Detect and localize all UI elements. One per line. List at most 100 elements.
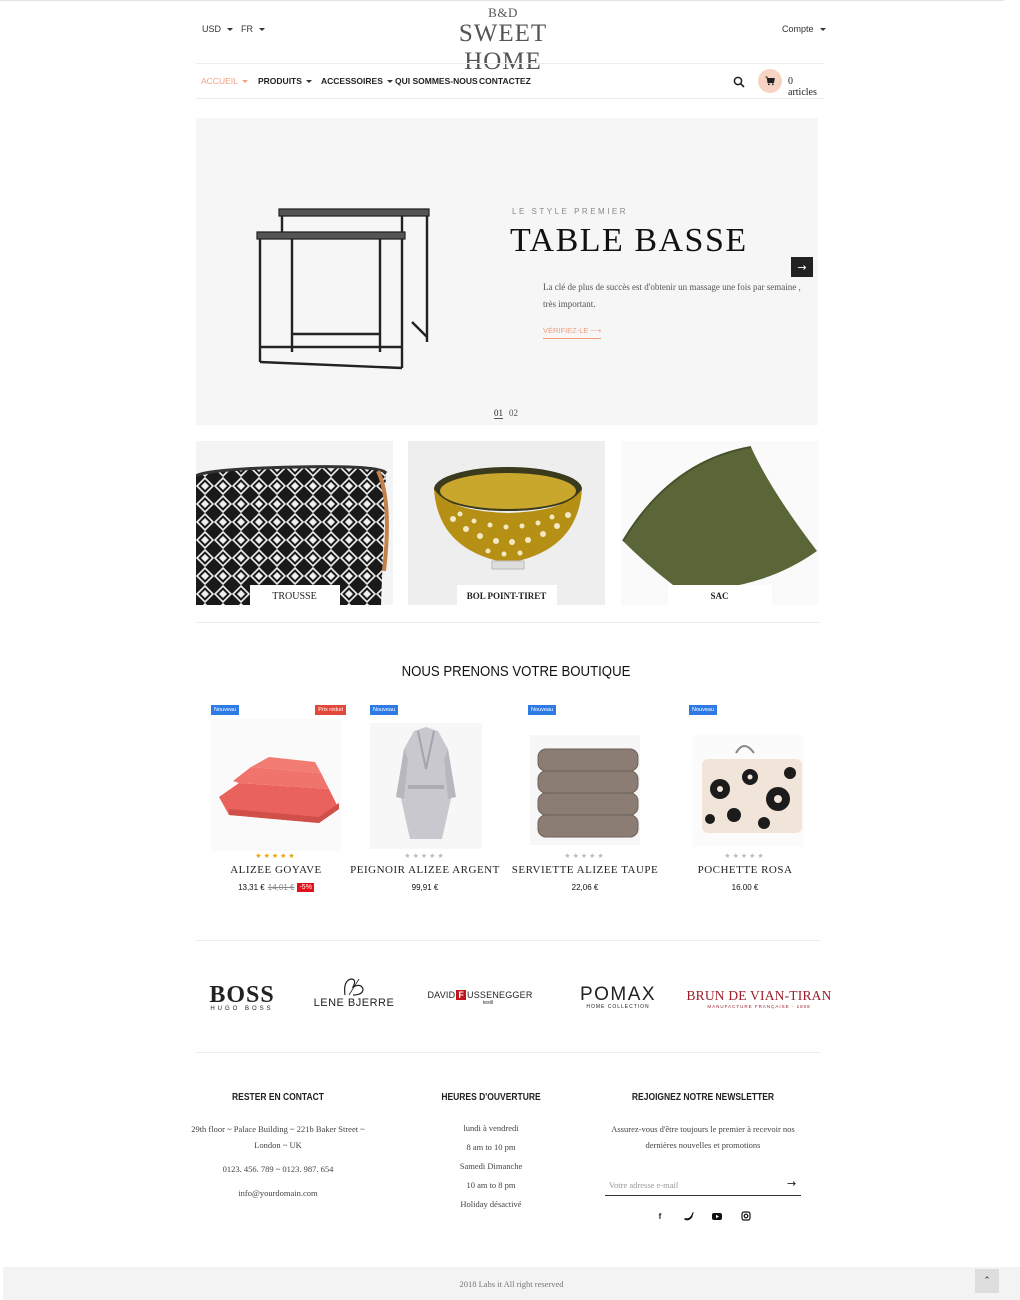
category-banner-sac[interactable]: SAC — [621, 441, 818, 605]
main-nav: ACCUEIL PRODUITS ACCESSOIRES QUI SOMMES-… — [196, 63, 824, 99]
price-current: 22,06 € — [571, 883, 599, 892]
footer-newsletter: REJOIGNEZ NOTRE NEWSLETTER Assurez-vous … — [602, 1092, 804, 1153]
price-current: 99,91 € — [411, 883, 439, 892]
product-image — [370, 723, 482, 849]
cart-count-label[interactable]: 0 articles — [788, 76, 824, 98]
page-dot-2[interactable]: 02 — [509, 408, 518, 419]
instagram-icon[interactable] — [740, 1210, 752, 1222]
page-dot-1[interactable]: 01 — [494, 408, 503, 419]
product-price: 13,31 € 14,01 € -5% — [201, 883, 351, 892]
footer-contact: RESTER EN CONTACT 29th floor ~ Palace Bu… — [186, 1092, 370, 1201]
cushion-image — [622, 446, 817, 591]
brand-name-part: USSENEGGER — [467, 990, 533, 1000]
language-label: FR — [241, 24, 253, 34]
product-name[interactable]: POCHETTE ROSA — [670, 864, 820, 876]
footer-address: 29th floor ~ Palace Building ~ 221b Bake… — [191, 1124, 365, 1150]
brand-sub: HUGO BOSS — [210, 1006, 274, 1012]
nav-item-accueil[interactable]: ACCUEIL — [201, 76, 248, 86]
rating-stars: ★★★★★ — [255, 852, 297, 860]
lene-bjerre-mark — [344, 978, 364, 996]
hours-line: 10 am to 8 pm — [466, 1180, 516, 1190]
product-name[interactable]: PEIGNOIR ALIZEE ARGENT — [350, 864, 500, 876]
search-icon[interactable] — [733, 76, 745, 88]
header: USD FR B&D SWEET HOME Compte — [196, 0, 826, 75]
product-name[interactable]: SERVIETTE ALIZEE TAUPE — [510, 864, 660, 876]
footer-contact-title: RESTER EN CONTACT — [232, 1092, 324, 1103]
brand-name: DAVID F USSENEGGER — [427, 990, 532, 1000]
category-label: BOL POINT-TIRET — [456, 585, 557, 605]
product-card[interactable]: Nouveau ★★★★★ POCHETTE ROSA 16.00 € — [670, 705, 820, 905]
chevron-down-icon — [305, 79, 312, 83]
scroll-to-top-icon[interactable]: ⌃ — [975, 1269, 999, 1293]
rating-stars: ★★★★★ — [564, 852, 606, 860]
chevron-down-icon — [386, 79, 393, 83]
chevron-down-icon — [819, 27, 826, 31]
product-image — [211, 719, 341, 851]
hero-pagination: 01 02 — [494, 408, 518, 419]
footer-hours: HEURES D'OUVERTURE lundi à vendredi 8 am… — [426, 1092, 556, 1214]
language-selector[interactable]: FR — [241, 24, 265, 34]
product-card[interactable]: Nouveau Prix réduit ★★★★★ ALIZEE GOYAVE … — [201, 705, 351, 905]
youtube-icon[interactable] — [711, 1210, 723, 1222]
cart-icon — [765, 76, 775, 86]
hero-link[interactable]: VÉRIFIEZ-LE ⟶ — [543, 326, 602, 339]
product-card[interactable]: Nouveau ★★★★★ PEIGNOIR ALIZEE ARGENT 99,… — [350, 705, 500, 905]
product-card[interactable]: Nouveau ★★★★★ SERVIETTE ALIZEE TAUPE 22,… — [510, 705, 660, 905]
brand-logo-lene-bjerre[interactable]: LENE BJERRE — [312, 973, 396, 1013]
nav-item-produits[interactable]: PRODUITS — [258, 76, 312, 86]
brand-logo-boss[interactable]: BOSS HUGO BOSS — [204, 978, 280, 1018]
brand-name: POMAX — [579, 984, 657, 1005]
facebook-icon[interactable]: f — [654, 1210, 666, 1222]
products-section-title: NOUS PRENONS VOTRE BOUTIQUE — [401, 663, 631, 680]
product-name[interactable]: ALIZEE GOYAVE — [201, 864, 351, 876]
nav-label: CONTACTEZ — [479, 76, 531, 86]
category-banner-trousse[interactable]: TROUSSE — [196, 441, 393, 605]
copyright-text: 2018 Labs it All right reserved — [459, 1279, 564, 1289]
account-menu[interactable]: Compte — [782, 24, 826, 34]
hero-table-image — [256, 208, 430, 370]
new-badge: Nouveau — [528, 705, 557, 715]
brand-logo-brun-de-vian-tiran[interactable]: BRUN DE VIAN-TIRAN MANUFACTURE FRANÇAISE… — [686, 978, 831, 1018]
new-badge: Nouveau — [689, 705, 718, 715]
cart-button[interactable] — [758, 69, 782, 93]
currency-label: USD — [202, 24, 222, 34]
product-price: 22,06 € — [510, 883, 660, 892]
new-badge: Nouveau — [370, 705, 399, 715]
footer-email[interactable]: info@yourdomain.com — [186, 1185, 370, 1201]
logo-top: B&D — [488, 5, 518, 20]
next-arrow-icon[interactable]: → — [791, 257, 813, 277]
product-price: 16.00 € — [670, 883, 820, 892]
nav-item-accessoires[interactable]: ACCESSOIRES — [321, 76, 393, 86]
brand-sub: MANUFACTURE FRANÇAISE · 1808 — [707, 1003, 811, 1009]
price-current: 16.00 € — [731, 883, 759, 892]
nav-item-contactez[interactable]: CONTACTEZ — [479, 76, 531, 86]
nav-item-qui-sommes-nous[interactable]: QUI SOMMES-NOUS — [395, 76, 478, 86]
newsletter-submit-arrow-icon[interactable]: → — [787, 1177, 796, 1190]
category-label: SAC — [667, 585, 772, 605]
product-price: 99,91 € — [350, 883, 500, 892]
rating-stars: ★★★★★ — [404, 852, 446, 860]
twitter-icon[interactable] — [683, 1210, 695, 1222]
brand-logo-pomax[interactable]: POMAX HOME COLLECTION — [566, 978, 670, 1018]
section-divider — [196, 940, 820, 941]
nav-label: PRODUITS — [258, 76, 302, 86]
currency-selector[interactable]: USD — [202, 24, 234, 34]
brand-name: BRUN DE VIAN-TIRAN — [686, 987, 832, 1003]
newsletter-email-input[interactable] — [605, 1174, 801, 1196]
category-banner-bol[interactable]: BOL POINT-TIRET — [408, 441, 605, 605]
price-old: 14,01 € — [267, 883, 295, 892]
brand-name: LENE BJERRE — [313, 997, 395, 1009]
footer-phone: 0123. 456. 789 ~ 0123. 987. 654 — [222, 1164, 334, 1174]
nav-label: QUI SOMMES-NOUS — [395, 76, 478, 86]
footer-newsletter-title: REJOIGNEZ NOTRE NEWSLETTER — [631, 1092, 775, 1103]
rating-stars: ★★★★★ — [724, 852, 766, 860]
brand-mark: F — [456, 990, 467, 1000]
brand-logo-david-fussenegger[interactable]: DAVID F USSENEGGER textil — [427, 978, 532, 1018]
hero-link-label: VÉRIFIEZ-LE — [543, 326, 589, 335]
chevron-down-icon — [227, 27, 234, 31]
new-badge: Nouveau — [211, 705, 240, 715]
section-divider — [196, 1052, 820, 1053]
discount-badge: -5% — [297, 883, 314, 892]
hours-line: Samedi Dimanche — [459, 1161, 523, 1171]
footer-hours-title: HEURES D'OUVERTURE — [441, 1092, 541, 1103]
